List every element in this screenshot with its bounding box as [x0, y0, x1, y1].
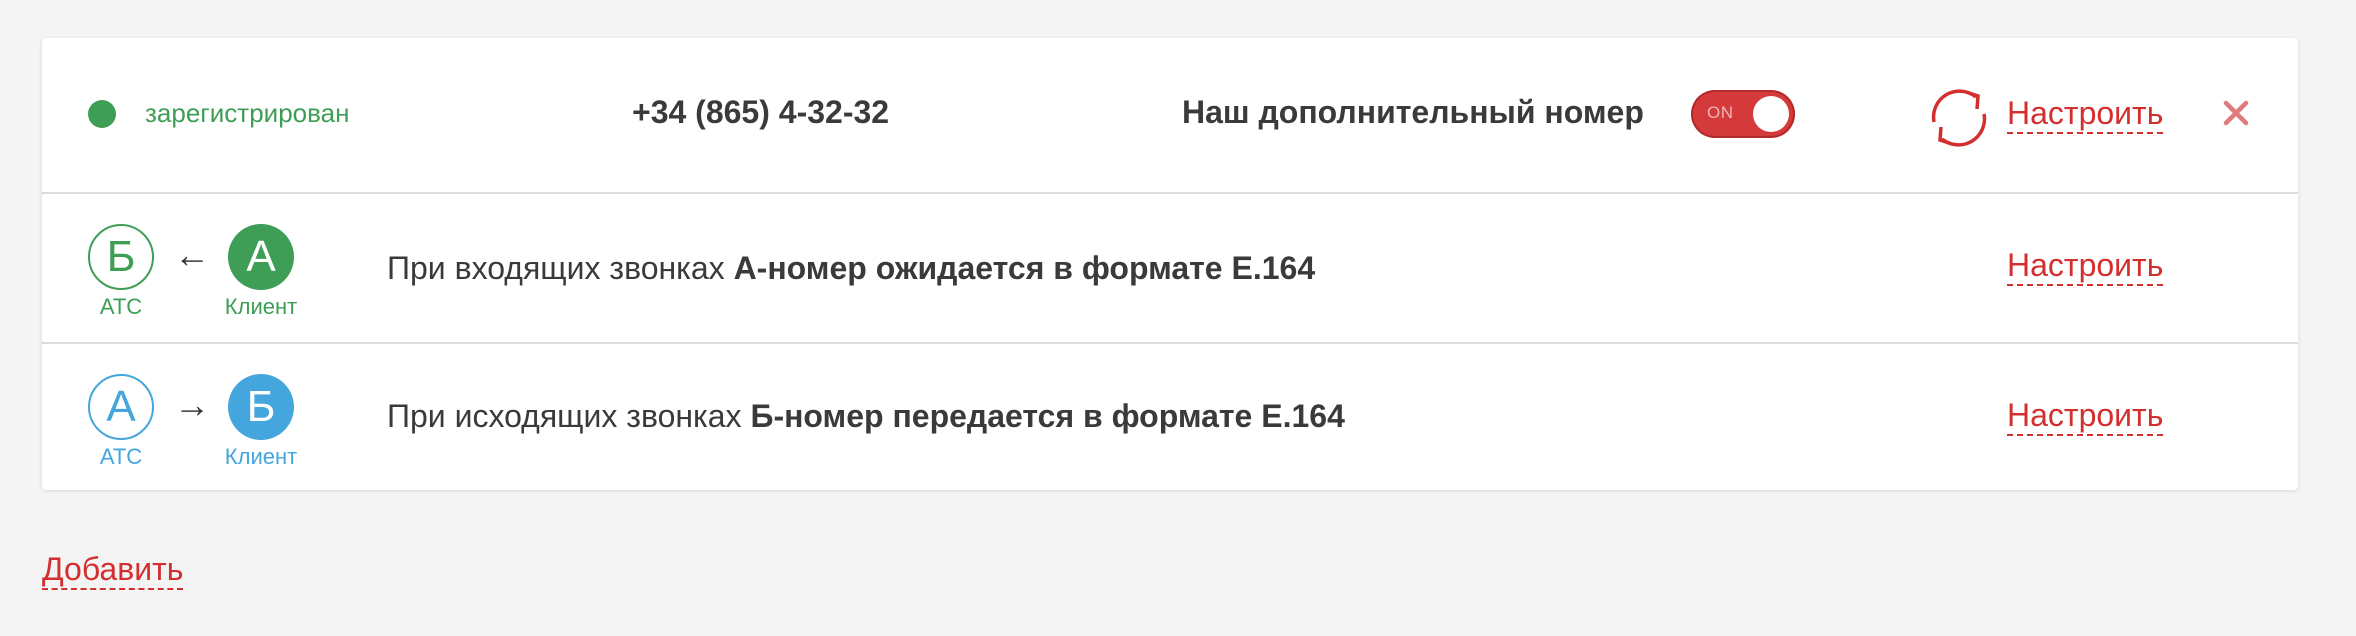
number-card: зарегистрирован +34 (865) 4-32-32 Наш до…	[42, 38, 2298, 490]
ats-caption: АТС	[99, 444, 143, 469]
incoming-text: При входящих звонках	[387, 250, 734, 286]
incoming-description: При входящих звонках А-номер ожидается в…	[387, 250, 1315, 287]
configure-incoming-link[interactable]: Настроить	[2007, 246, 2164, 286]
outgoing-text: При исходящих звонках	[387, 398, 751, 434]
ats-circle-a: А	[88, 374, 154, 440]
arrow-right-icon: →	[174, 384, 210, 425]
toggle-knob	[1753, 96, 1789, 132]
status-text: зарегистрирован	[145, 98, 350, 128]
toggle-label: ON	[1707, 103, 1734, 122]
client-circle-a: А	[228, 224, 294, 290]
number-header-row: зарегистрирован +34 (865) 4-32-32 Наш до…	[42, 38, 2298, 194]
ats-caption: АТС	[99, 294, 143, 319]
refresh-icon[interactable]	[1922, 82, 1996, 154]
outgoing-description: При исходящих звонках Б-номер передается…	[387, 398, 1345, 435]
client-caption: Клиент	[224, 444, 298, 469]
incoming-text-bold: А-номер ожидается в формате E.164	[733, 250, 1316, 286]
outgoing-text-bold: Б-номер передается в формате E.164	[750, 398, 1345, 434]
close-icon[interactable]	[2222, 99, 2250, 127]
client-caption: Клиент	[224, 294, 298, 319]
client-circle-b: Б	[228, 374, 294, 440]
ats-circle-b: Б	[88, 224, 154, 290]
incoming-rule-row: Б АТС ← А Клиент При входящих звонках А-…	[42, 194, 2298, 344]
arrow-left-icon: ←	[174, 234, 210, 275]
phone-number: +34 (865) 4-32-32	[632, 94, 890, 130]
configure-number-link[interactable]: Настроить	[2007, 94, 2164, 134]
add-number-link[interactable]: Добавить	[42, 550, 184, 590]
configure-outgoing-link[interactable]: Настроить	[2007, 396, 2164, 436]
number-name: Наш дополнительный номер	[1182, 94, 1644, 130]
enable-toggle[interactable]: ON	[1691, 90, 1795, 138]
status-dot-icon	[88, 100, 116, 128]
outgoing-rule-row: А АТС → Б Клиент При исходящих звонках Б…	[42, 344, 2298, 490]
